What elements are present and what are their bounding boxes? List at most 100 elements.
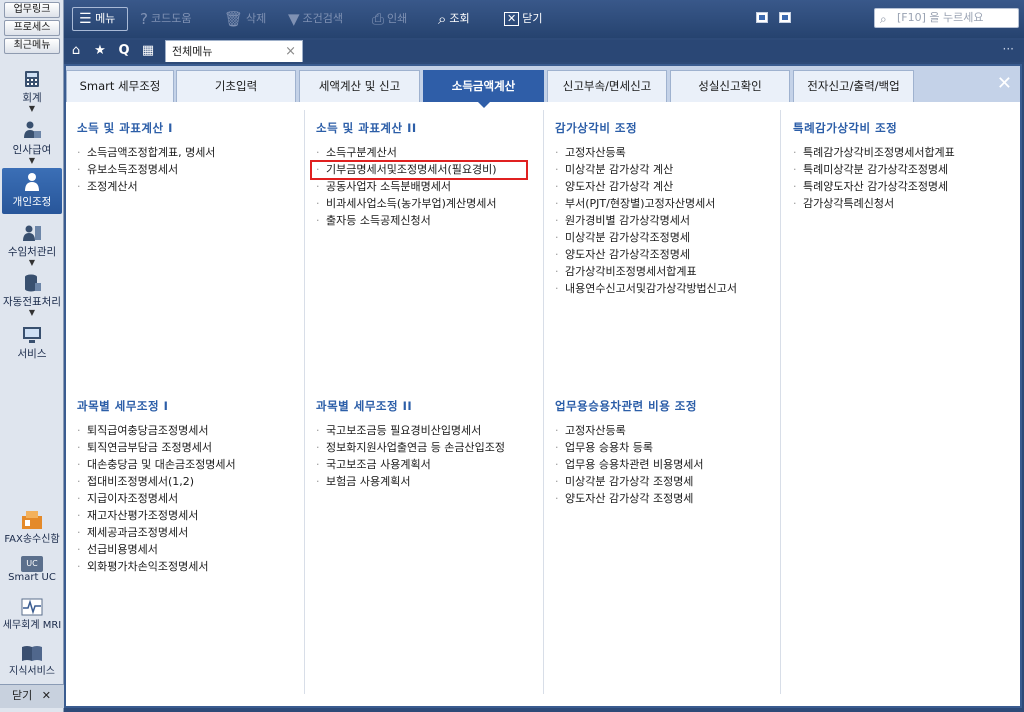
menu-item[interactable]: 고정자산등록 bbox=[555, 144, 737, 161]
menu-item[interactable]: 미상각분 감가상각 조정명세 bbox=[555, 473, 704, 490]
smart-uc-item[interactable]: UC Smart UC bbox=[0, 556, 64, 583]
menu-item[interactable]: 외화평가차손익조정명세서 bbox=[77, 558, 236, 575]
menu-item[interactable]: 국고보조금등 필요경비산입명세서 bbox=[316, 422, 505, 439]
tab-basic-input[interactable]: 기초입력 bbox=[176, 70, 296, 102]
menu-item[interactable]: 감가상각비조정명세서합계표 bbox=[555, 263, 737, 280]
bottom-label: 세무회계 MRI bbox=[2, 620, 62, 631]
nav-item-client-management[interactable]: 수임처관리 ▼ bbox=[2, 224, 62, 268]
menu-item[interactable]: 퇴직연금부담금 조정명세서 bbox=[77, 439, 236, 456]
menu-item[interactable]: 양도자산 감가상각 조정명세 bbox=[555, 490, 704, 507]
database-icon bbox=[25, 274, 41, 292]
menu-item[interactable]: 공동사업자 소득분배명세서 bbox=[316, 178, 497, 195]
menu-item[interactable]: 특례감가상각비조정명세서합계표 bbox=[793, 144, 955, 161]
nav-item-auto-journal[interactable]: 자동전표처리 ▼ bbox=[2, 274, 62, 320]
chevron-down-icon: ▼ bbox=[28, 258, 36, 267]
more-icon[interactable]: ··· bbox=[1003, 42, 1014, 56]
menu-item[interactable]: 고정자산등록 bbox=[555, 422, 704, 439]
tab-income-calculation[interactable]: 소득금액계산 bbox=[423, 70, 544, 108]
menu-list-s5: 퇴직급여충당금조정명세서 퇴직연금부담금 조정명세서 대손충당금 및 대손금조정… bbox=[77, 422, 236, 575]
menu-item[interactable]: 보험금 사용계획서 bbox=[316, 473, 505, 490]
home-icon[interactable]: ⌂ bbox=[68, 43, 84, 59]
nav-item-service[interactable]: 서비스 bbox=[2, 326, 62, 364]
filter-search-button[interactable]: ▼ 조건검색 bbox=[288, 9, 343, 29]
menu-item[interactable]: 국고보조금 사용계획서 bbox=[316, 456, 505, 473]
nav-label: 회계 bbox=[22, 92, 42, 104]
all-menu-panel: Smart 세무조정 기초입력 세액계산 및 신고 소득금액계산 신고부속/면세… bbox=[64, 64, 1022, 708]
tax-mri-item[interactable]: 세무회계 MRI bbox=[0, 598, 64, 631]
menu-item[interactable]: 특례미상각분 감가상각조정명세 bbox=[793, 161, 955, 178]
menu-item[interactable]: 조정계산서 bbox=[77, 178, 215, 195]
nav-label: 인사급여 bbox=[12, 144, 52, 156]
close-icon[interactable]: ✕ bbox=[997, 72, 1012, 96]
star-icon[interactable]: ★ bbox=[92, 43, 108, 59]
menu-item[interactable]: 감가상각특례신청서 bbox=[793, 195, 955, 212]
search-button[interactable]: ⌕ 조회 bbox=[438, 9, 470, 29]
category-tabs: Smart 세무조정 기초입력 세액계산 및 신고 소득금액계산 신고부속/면세… bbox=[66, 66, 1020, 108]
menu-item[interactable]: 미상각분 감가상각 계산 bbox=[555, 161, 737, 178]
print-button[interactable]: ⎙ 인쇄 bbox=[372, 9, 407, 29]
delete-button[interactable]: 🗑 삭제 bbox=[224, 9, 266, 29]
menu-button[interactable]: ☰ 메뉴 bbox=[72, 7, 128, 31]
menu-item[interactable]: 업무용 승용차 등록 bbox=[555, 439, 704, 456]
menu-search-input[interactable]: ⌕ [F10] 을 누르세요 bbox=[874, 8, 1019, 28]
menu-item[interactable]: 소득금액조정합계표, 명세서 bbox=[77, 144, 215, 161]
nav-item-personal-adjustment[interactable]: 개인조정 bbox=[2, 168, 62, 214]
person-icon bbox=[25, 173, 39, 191]
menu-item[interactable]: 유보소득조정명세서 bbox=[77, 161, 215, 178]
highlight-box bbox=[310, 160, 528, 180]
work-link-button[interactable]: 업무링크 bbox=[4, 2, 60, 18]
search-label: 조회 bbox=[449, 12, 470, 25]
fax-icon bbox=[22, 511, 42, 529]
calculator-icon bbox=[25, 71, 39, 87]
menu-list-s4: 특례감가상각비조정명세서합계표 특례미상각분 감가상각조정명세 특례양도자산 감… bbox=[793, 144, 955, 212]
menu-item[interactable]: 양도자산 감가상각 계산 bbox=[555, 178, 737, 195]
left-panel: 업무링크 프로세스 최근메뉴 회계 ▼ 인사급여 ▼ 개인조정 수임처관리 ▼ … bbox=[0, 0, 64, 712]
menu-item[interactable]: 소득구분계산서 bbox=[316, 144, 497, 161]
menu-item[interactable]: 원가경비별 감가상각명세서 bbox=[555, 212, 737, 229]
nav-item-hr-payroll[interactable]: 인사급여 ▼ bbox=[2, 120, 62, 165]
knowledge-service-item[interactable]: 지식서비스 bbox=[0, 644, 64, 677]
menu-item[interactable]: 접대비조정명세서(1,2) bbox=[77, 473, 236, 490]
recent-menu-button[interactable]: 최근메뉴 bbox=[4, 38, 60, 54]
close-panel-button[interactable]: 닫기 ✕ bbox=[0, 684, 64, 708]
menu-item[interactable]: 대손충당금 및 대손금조정명세서 bbox=[77, 456, 236, 473]
window-restore-icon[interactable] bbox=[756, 12, 768, 23]
menu-item[interactable]: 퇴직급여충당금조정명세서 bbox=[77, 422, 236, 439]
menu-item[interactable]: 출자등 소득공제신청서 bbox=[316, 212, 497, 229]
person-money-icon bbox=[24, 121, 41, 138]
menu-item[interactable]: 부서(PJT/현장별)고정자산명세서 bbox=[555, 195, 737, 212]
menu-item[interactable]: 제세공과금조정명세서 bbox=[77, 524, 236, 541]
tab-filing-attachments[interactable]: 신고부속/면세신고 bbox=[547, 70, 667, 102]
tab-all-menu[interactable]: 전체메뉴 × bbox=[165, 40, 303, 62]
tab-e-filing[interactable]: 전자신고/출력/백업 bbox=[793, 70, 914, 102]
process-button[interactable]: 프로세스 bbox=[4, 20, 60, 36]
menu-item[interactable]: 정보화지원사업출연금 등 손금산입조정 bbox=[316, 439, 505, 456]
window-tile-icon[interactable] bbox=[779, 12, 791, 23]
menu-item[interactable]: 내용연수신고서및감가상각방법신고서 bbox=[555, 280, 737, 297]
tab-close-icon[interactable]: × bbox=[285, 41, 296, 62]
code-help-button[interactable]: ? 코드도움 bbox=[140, 9, 191, 29]
menu-item[interactable]: 미상각분 감가상각조정명세 bbox=[555, 229, 737, 246]
tab-bar: ⌂ ★ Q ▦ 전체메뉴 × ··· bbox=[64, 40, 1024, 62]
menu-item[interactable]: 재고자산평가조정명세서 bbox=[77, 507, 236, 524]
section-title: 과목별 세무조정 I bbox=[77, 399, 169, 413]
hamburger-icon: ☰ bbox=[79, 11, 92, 27]
fax-inbox-item[interactable]: FAX송수신함 bbox=[0, 510, 64, 545]
menu-item[interactable]: 선급비용명세서 bbox=[77, 541, 236, 558]
menu-item[interactable]: 업무용 승용차관련 비용명세서 bbox=[555, 456, 704, 473]
filter-label: 조건검색 bbox=[302, 12, 344, 25]
nav-item-accounting[interactable]: 회계 ▼ bbox=[2, 70, 62, 114]
tab-smart-tax-adjustment[interactable]: Smart 세무조정 bbox=[66, 70, 174, 102]
close-button[interactable]: ✕ 닫기 bbox=[504, 9, 542, 29]
menu-item[interactable]: 특례양도자산 감가상각조정명세 bbox=[793, 178, 955, 195]
menu-item[interactable]: 양도자산 감가상각조정명세 bbox=[555, 246, 737, 263]
calendar-icon[interactable]: ▦ bbox=[140, 43, 156, 59]
menu-item[interactable]: 지급이자조정명세서 bbox=[77, 490, 236, 507]
magnifier-icon[interactable]: Q bbox=[116, 43, 132, 59]
tab-tax-calculation[interactable]: 세액계산 및 신고 bbox=[299, 70, 420, 102]
menu-list-s2: 소득구분계산서 기부금명세서및조정명세서(필요경비) 공동사업자 소득분배명세서… bbox=[316, 144, 497, 229]
menu-item[interactable]: 비과세사업소득(농가부업)계산명세서 bbox=[316, 195, 497, 212]
column-divider bbox=[304, 110, 305, 694]
nav-label: 수임처관리 bbox=[7, 246, 57, 258]
tab-faithful-filing[interactable]: 성실신고확인 bbox=[670, 70, 790, 102]
